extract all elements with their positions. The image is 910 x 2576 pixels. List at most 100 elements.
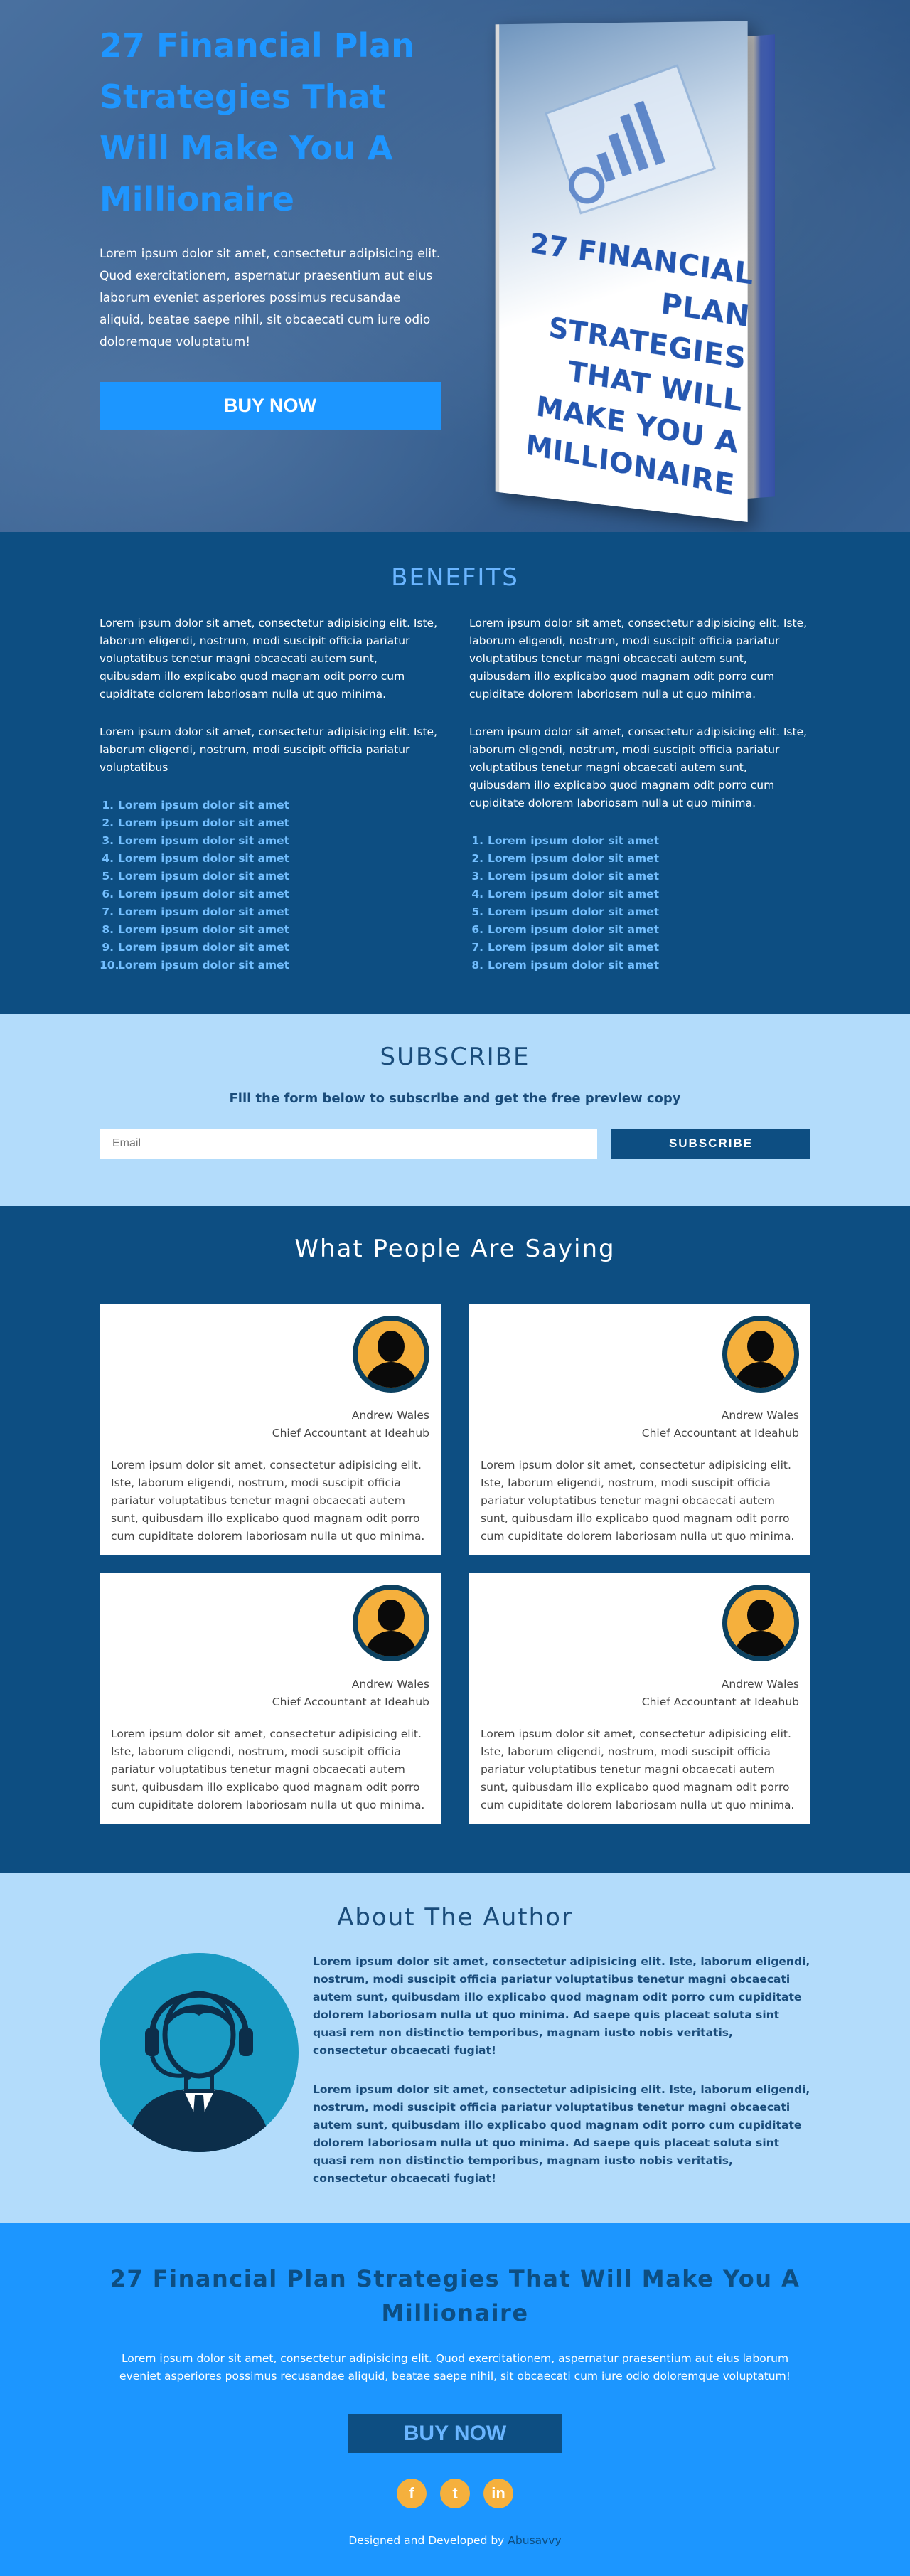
testimonial-name: Andrew Wales [351, 1409, 429, 1422]
testimonial-name: Andrew Wales [351, 1678, 429, 1691]
hero-description: Lorem ipsum dolor sit amet, consectetur … [100, 247, 441, 349]
linkedin-icon[interactable]: in [483, 2479, 513, 2508]
benefits-section: BENEFITS Lorem ipsum dolor sit amet, con… [0, 532, 910, 1014]
support-agent-icon [128, 1991, 270, 2152]
testimonial-card: Andrew Wales Chief Accountant at Ideahub… [469, 1573, 810, 1824]
hero-content: 27 Financial Plan Strategies That Will M… [100, 20, 448, 430]
benefit-text: Lorem ipsum dolor sit amet [118, 799, 290, 811]
benefit-item: 6. Lorem ipsum dolor sit amet [100, 885, 441, 903]
benefit-item: 9. Lorem ipsum dolor sit amet [100, 939, 441, 957]
testimonial-role: Chief Accountant at Ideahub [641, 1696, 799, 1708]
benefit-text: Lorem ipsum dolor sit amet [488, 905, 660, 918]
benefit-item: 1. Lorem ipsum dolor sit amet [100, 797, 441, 814]
benefit-item: 1. Lorem ipsum dolor sit amet [469, 832, 810, 850]
benefit-text: Lorem ipsum dolor sit amet [118, 852, 290, 865]
benefits-paragraph: Lorem ipsum dolor sit amet, consectetur … [469, 617, 808, 701]
benefit-number: 6. [102, 888, 114, 900]
benefit-number: 10. [100, 959, 119, 972]
footer-buy-now-button[interactable]: BUY NOW [348, 2414, 562, 2453]
social-links: f t in [0, 2479, 910, 2508]
testimonial-text: Lorem ipsum dolor sit amet, consectetur … [111, 1728, 425, 1811]
benefit-number: 6. [471, 923, 483, 936]
benefit-text: Lorem ipsum dolor sit amet [488, 941, 660, 954]
benefit-item: 4. Lorem ipsum dolor sit amet [469, 885, 810, 903]
testimonial-name: Andrew Wales [721, 1678, 799, 1691]
benefit-item: 3. Lorem ipsum dolor sit amet [100, 832, 441, 850]
testimonial-text: Lorem ipsum dolor sit amet, consectetur … [481, 1728, 795, 1811]
benefit-text: Lorem ipsum dolor sit amet [488, 834, 660, 847]
twitter-icon[interactable]: t [440, 2479, 470, 2508]
benefit-item: 5. Lorem ipsum dolor sit amet [469, 903, 810, 921]
testimonial-role: Chief Accountant at Ideahub [272, 1427, 429, 1439]
benefit-item: 3. Lorem ipsum dolor sit amet [469, 868, 810, 885]
benefit-number: 5. [102, 870, 114, 883]
hero-buy-now-button[interactable]: BUY NOW [100, 382, 441, 430]
footer-title: 27 Financial Plan Strategies That Will M… [109, 2265, 801, 2326]
credit-link[interactable]: Abusavvy [508, 2534, 561, 2547]
book-title: 27 FINANCIAL PLAN STRATEGIES THAT WILL M… [524, 228, 756, 503]
benefit-text: Lorem ipsum dolor sit amet [488, 959, 660, 972]
benefit-number: 4. [471, 888, 483, 900]
facebook-icon[interactable]: f [397, 2479, 427, 2508]
avatar-icon [353, 1585, 429, 1661]
footer-section: 27 Financial Plan Strategies That Will M… [0, 2223, 910, 2576]
benefit-number: 8. [102, 923, 114, 936]
subscribe-description: Fill the form below to subscribe and get… [229, 1091, 681, 1106]
credit-line: Designed and Developed by Abusavvy [0, 2534, 910, 2547]
author-avatar-icon [100, 1953, 299, 2152]
benefits-right-column: Lorem ipsum dolor sit amet, consectetur … [469, 614, 810, 974]
benefit-text: Lorem ipsum dolor sit amet [488, 870, 660, 883]
book-front: 27 FINANCIAL PLAN STRATEGIES THAT WILL M… [495, 21, 755, 523]
benefit-text: Lorem ipsum dolor sit amet [118, 834, 290, 847]
benefit-number: 1. [471, 834, 483, 847]
benefit-item: 4. Lorem ipsum dolor sit amet [100, 850, 441, 868]
benefit-text: Lorem ipsum dolor sit amet [488, 923, 660, 936]
testimonial-text: Lorem ipsum dolor sit amet, consectetur … [481, 1459, 795, 1543]
benefit-number: 2. [471, 852, 483, 865]
benefit-number: 7. [471, 941, 483, 954]
benefit-item: 2. Lorem ipsum dolor sit amet [100, 814, 441, 832]
subscribe-form: SUBSCRIBE [100, 1129, 810, 1159]
benefits-title: BENEFITS [391, 563, 519, 592]
subscribe-title: SUBSCRIBE [380, 1043, 530, 1071]
testimonials-title: What People Are Saying [294, 1235, 616, 1263]
benefit-number: 3. [102, 834, 114, 847]
author-bio: Lorem ipsum dolor sit amet, consectetur … [313, 1953, 810, 2209]
benefit-text: Lorem ipsum dolor sit amet [118, 870, 290, 883]
testimonial-role: Chief Accountant at Ideahub [641, 1427, 799, 1439]
testimonial-name: Andrew Wales [721, 1409, 799, 1422]
benefit-item: 10.Lorem ipsum dolor sit amet [100, 957, 441, 974]
benefit-number: 8. [471, 959, 483, 972]
benefit-item: 2. Lorem ipsum dolor sit amet [469, 850, 810, 868]
benefit-item: 6. Lorem ipsum dolor sit amet [469, 921, 810, 939]
avatar-icon [722, 1316, 799, 1393]
benefits-left-column: Lorem ipsum dolor sit amet, consectetur … [100, 614, 441, 974]
subscribe-section: SUBSCRIBE Fill the form below to subscri… [0, 1014, 910, 1206]
subscribe-button[interactable]: SUBSCRIBE [611, 1129, 810, 1159]
benefits-paragraph: Lorem ipsum dolor sit amet, consectetur … [100, 725, 438, 774]
book-cover-image: 27 FINANCIAL PLAN STRATEGIES THAT WILL M… [489, 21, 802, 523]
testimonial-text: Lorem ipsum dolor sit amet, consectetur … [111, 1459, 425, 1543]
benefit-text: Lorem ipsum dolor sit amet [488, 852, 660, 865]
about-author-title: About The Author [337, 1903, 573, 1932]
benefit-number: 7. [102, 905, 114, 918]
benefit-text: Lorem ipsum dolor sit amet [118, 905, 290, 918]
benefit-text: Lorem ipsum dolor sit amet [118, 959, 290, 972]
hero-title: 27 Financial Plan Strategies That Will M… [100, 26, 414, 218]
benefit-number: 9. [102, 941, 114, 954]
benefit-text: Lorem ipsum dolor sit amet [118, 941, 290, 954]
benefit-item: 7. Lorem ipsum dolor sit amet [100, 903, 441, 921]
footer-description: Lorem ipsum dolor sit amet, consectetur … [119, 2352, 791, 2383]
about-author-section: About The Author Lorem ipsum dolor sit a… [0, 1873, 910, 2223]
benefit-item: 5. Lorem ipsum dolor sit amet [100, 868, 441, 885]
email-field[interactable] [100, 1129, 597, 1159]
benefit-text: Lorem ipsum dolor sit amet [118, 816, 290, 829]
benefit-item: 8. Lorem ipsum dolor sit amet [469, 957, 810, 974]
credit-prefix: Designed and Developed by [348, 2534, 505, 2547]
benefits-paragraph: Lorem ipsum dolor sit amet, consectetur … [100, 617, 438, 701]
avatar-icon [353, 1316, 429, 1393]
testimonial-card: Andrew Wales Chief Accountant at Ideahub… [100, 1573, 441, 1824]
author-paragraph: Lorem ipsum dolor sit amet, consectetur … [313, 1955, 810, 2057]
testimonial-role: Chief Accountant at Ideahub [272, 1696, 429, 1708]
benefit-item: 7. Lorem ipsum dolor sit amet [469, 939, 810, 957]
